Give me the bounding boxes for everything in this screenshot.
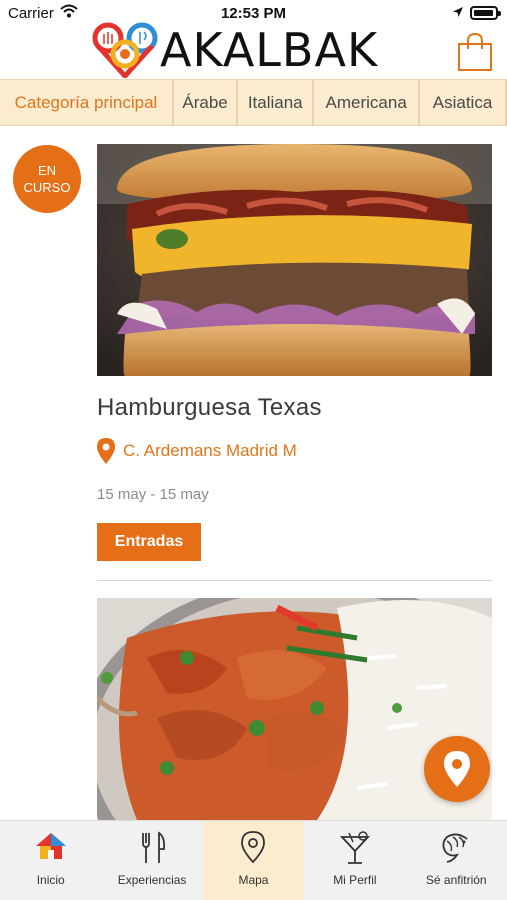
event-image-burger[interactable] (97, 144, 492, 376)
category-tab-arabe[interactable]: Árabe (174, 80, 239, 125)
tab-label: Experiencias (117, 873, 187, 887)
event-title[interactable]: Hamburguesa Texas (97, 394, 322, 422)
tickets-button[interactable]: Entradas (97, 523, 201, 561)
home-icon (35, 833, 66, 859)
category-tab-americana[interactable]: Americana (314, 80, 421, 125)
category-label: Americana (325, 92, 407, 112)
logo-wordmark: AKALBAK (160, 24, 378, 76)
battery-icon (470, 6, 501, 20)
status-badge: EN CURSO (13, 145, 81, 213)
card-divider (97, 580, 492, 581)
tab-inicio[interactable]: Inicio (0, 821, 101, 900)
category-tab-asiatica[interactable]: Asiatica (420, 80, 507, 125)
logo-hearts-icon (92, 22, 158, 78)
cutlery-icon (142, 831, 166, 863)
category-label: Árabe (182, 92, 228, 112)
bottom-tab-bar: Inicio Experiencias Mapa Mi Perfil Sé an… (0, 820, 507, 900)
address-text: C. Ardemans Madrid M (123, 441, 297, 460)
category-tab-principal[interactable]: Categoría principal (0, 80, 174, 125)
logo-text: AKALBAK (160, 23, 379, 77)
app-header: AKALBAK (0, 22, 507, 78)
category-label: Asiatica (432, 92, 493, 112)
tab-label: Mi Perfil (333, 873, 377, 887)
tab-se-anfitrion[interactable]: Sé anfitrión (406, 821, 507, 900)
tab-label: Sé anfitrión (425, 873, 487, 887)
map-pin-icon (97, 438, 115, 464)
category-label: Categoría principal (14, 92, 158, 112)
cocktail-icon (339, 831, 370, 864)
clock: 12:53 PM (220, 5, 287, 22)
burger-photo (97, 144, 492, 376)
event-feed[interactable]: EN CURSO Hamburguesa Texas C. Ardemans M… (0, 126, 507, 820)
map-pin-icon (241, 831, 266, 863)
event-address[interactable]: C. Ardemans Madrid M (97, 438, 297, 464)
tab-mapa[interactable]: Mapa (202, 821, 305, 900)
map-location-button[interactable] (424, 736, 490, 802)
category-label: Italiana (247, 92, 303, 112)
shrimp-icon (442, 833, 468, 863)
location-arrow-icon (453, 7, 463, 17)
tab-label: Inicio (36, 873, 65, 887)
event-dates: 15 may - 15 may (97, 486, 209, 503)
map-pin-icon (444, 751, 470, 787)
shopping-bag-icon[interactable] (456, 32, 494, 72)
tab-mi-perfil[interactable]: Mi Perfil (304, 821, 405, 900)
tab-experiencias[interactable]: Experiencias (101, 821, 202, 900)
category-tab-italiana[interactable]: Italiana (238, 80, 315, 125)
badge-text: EN CURSO (23, 163, 71, 195)
tab-label: Mapa (238, 873, 269, 887)
category-bar: Categoría principal Árabe Italiana Ameri… (0, 79, 507, 126)
